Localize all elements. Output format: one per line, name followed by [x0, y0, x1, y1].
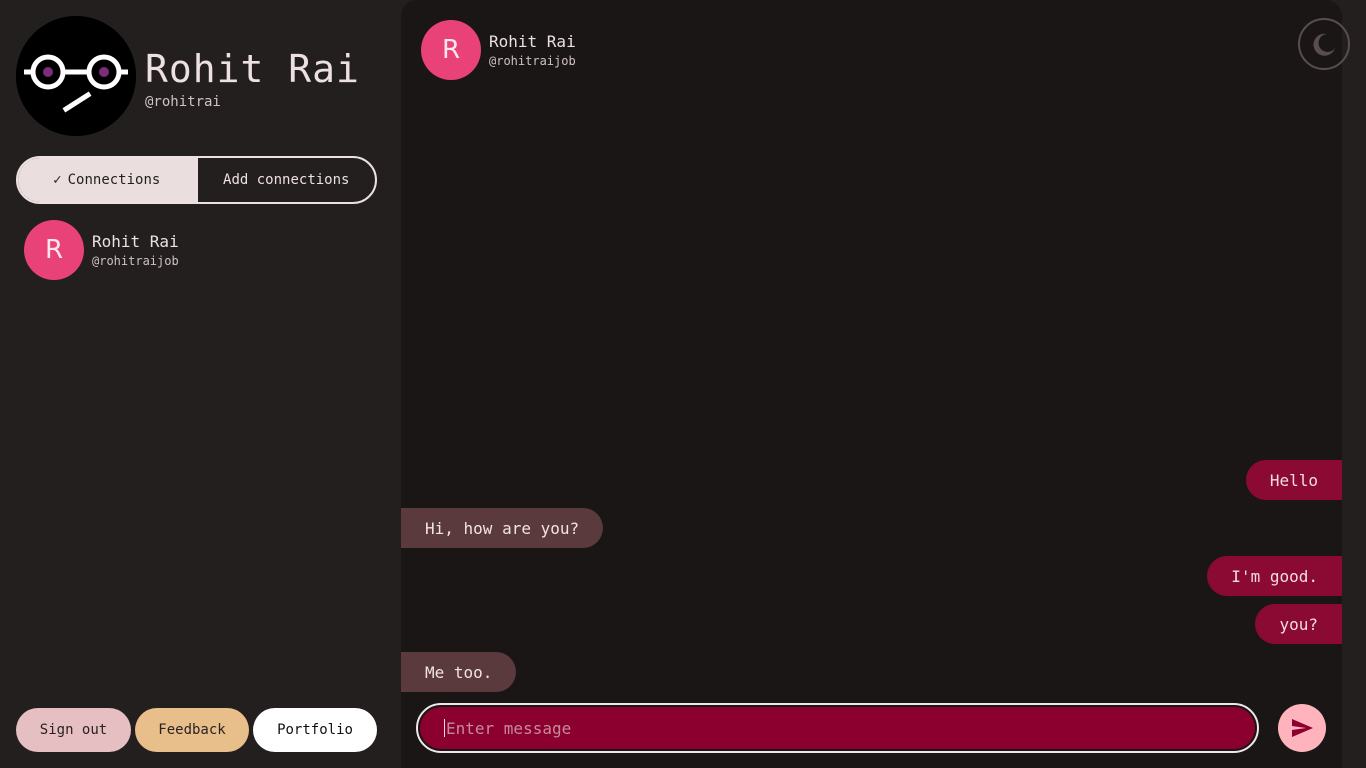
tab-connections-label: Connections	[67, 172, 161, 188]
message-composer	[416, 703, 1259, 753]
profile-name: Rohit Rai	[145, 47, 360, 91]
check-icon: ✓	[53, 172, 62, 188]
connection-item[interactable]: R Rohit Rai @rohitraijob	[24, 220, 384, 280]
send-icon	[1292, 719, 1313, 737]
text-caret	[444, 719, 445, 737]
chat-contact-name: Rohit Rai	[489, 32, 576, 51]
sidebar: Rohit Rai @rohitrai ✓ Connections Add co…	[0, 0, 400, 768]
message-input[interactable]	[444, 707, 1255, 749]
chat-contact-handle: @rohitraijob	[489, 54, 576, 68]
message-received: Hi, how are you?	[401, 508, 604, 548]
theme-toggle-button[interactable]	[1298, 18, 1350, 70]
message-sent: I'm good.	[1207, 556, 1342, 596]
chat-panel: R Rohit Rai @rohitraijob Hello Hi, how a…	[401, 0, 1350, 768]
footer-buttons: Sign out Feedback Portfolio	[16, 708, 377, 752]
profile-avatar[interactable]	[16, 16, 136, 136]
sign-out-button[interactable]: Sign out	[16, 708, 131, 752]
tab-add-connections[interactable]: Add connections	[198, 158, 376, 202]
profile-header: Rohit Rai @rohitrai	[16, 16, 360, 136]
profile-handle: @rohitrai	[145, 94, 221, 110]
avatar: R	[24, 220, 84, 280]
connection-list: R Rohit Rai @rohitraijob	[24, 220, 384, 280]
chat-header: R Rohit Rai @rohitraijob	[421, 20, 576, 80]
connections-tab-group: ✓ Connections Add connections	[16, 156, 377, 204]
tab-connections[interactable]: ✓ Connections	[18, 158, 198, 202]
feedback-button[interactable]: Feedback	[135, 708, 249, 752]
connection-handle: @rohitraijob	[92, 254, 179, 268]
message-sent: you?	[1255, 604, 1342, 644]
portfolio-button[interactable]: Portfolio	[253, 708, 377, 752]
moon-icon	[1313, 33, 1335, 56]
send-button[interactable]	[1278, 704, 1326, 752]
chat-avatar: R	[421, 20, 481, 80]
message-received: Me too.	[401, 652, 517, 692]
glasses-face-icon	[16, 16, 136, 136]
tab-add-connections-label: Add connections	[223, 172, 350, 188]
message-sent: Hello	[1245, 460, 1342, 500]
connection-name: Rohit Rai	[92, 232, 179, 251]
